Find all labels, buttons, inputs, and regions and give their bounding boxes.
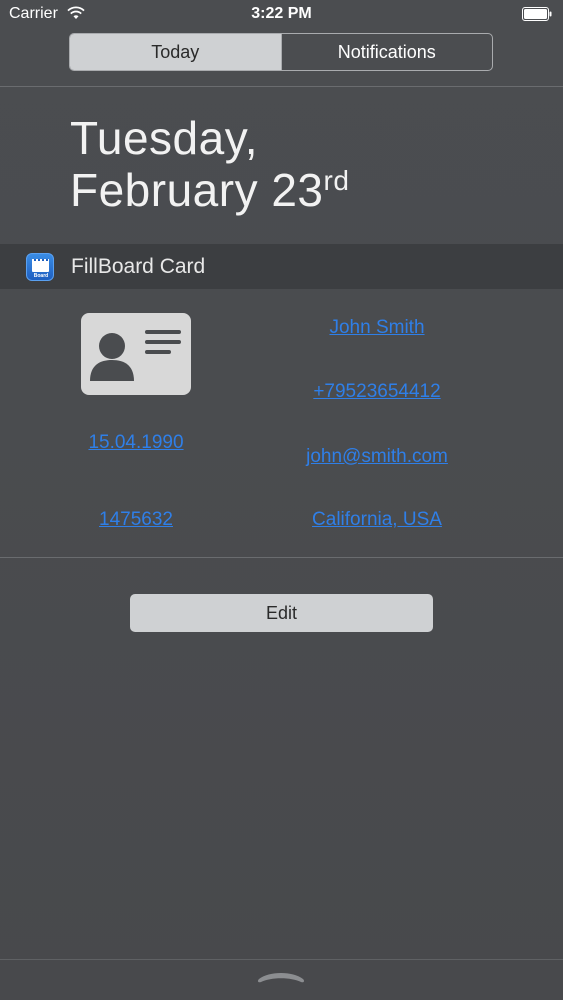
status-bar: Carrier 3:22 PM [0, 0, 563, 30]
birth-date-link[interactable]: 15.04.1990 [60, 432, 212, 454]
name-link[interactable]: John Smith [296, 317, 458, 339]
fillboard-app-icon: Board [26, 253, 54, 281]
tab-notifications[interactable]: Notifications [282, 34, 493, 70]
today-notifications-segmented-control: Today Notifications [69, 33, 493, 71]
date-ordinal-suffix: rd [323, 165, 350, 196]
id-number-link[interactable]: 1475632 [70, 509, 202, 531]
location-link[interactable]: California, USA [281, 509, 473, 531]
grabber-handle-icon[interactable] [255, 968, 307, 986]
widget-header[interactable]: Board FillBoard Card [0, 244, 563, 289]
widget-title: FillBoard Card [71, 255, 206, 278]
edit-button[interactable]: Edit [130, 594, 433, 632]
app-icon-tag: Board [33, 273, 49, 279]
date-heading: Tuesday, February 23rd [70, 112, 349, 223]
widget-divider [0, 557, 563, 558]
header-divider [0, 86, 563, 87]
id-card-icon [81, 313, 191, 395]
bottom-divider [0, 959, 563, 960]
phone-link[interactable]: +79523654412 [286, 381, 468, 403]
battery-icon [522, 7, 552, 21]
date-month-day-text: February 23 [70, 164, 324, 216]
date-month-day: February 23rd [70, 164, 349, 223]
clock: 3:22 PM [251, 5, 312, 22]
email-link[interactable]: john@smith.com [276, 446, 478, 468]
clapper-board [32, 261, 49, 272]
tab-today[interactable]: Today [70, 34, 282, 70]
date-weekday: Tuesday, [70, 112, 259, 164]
